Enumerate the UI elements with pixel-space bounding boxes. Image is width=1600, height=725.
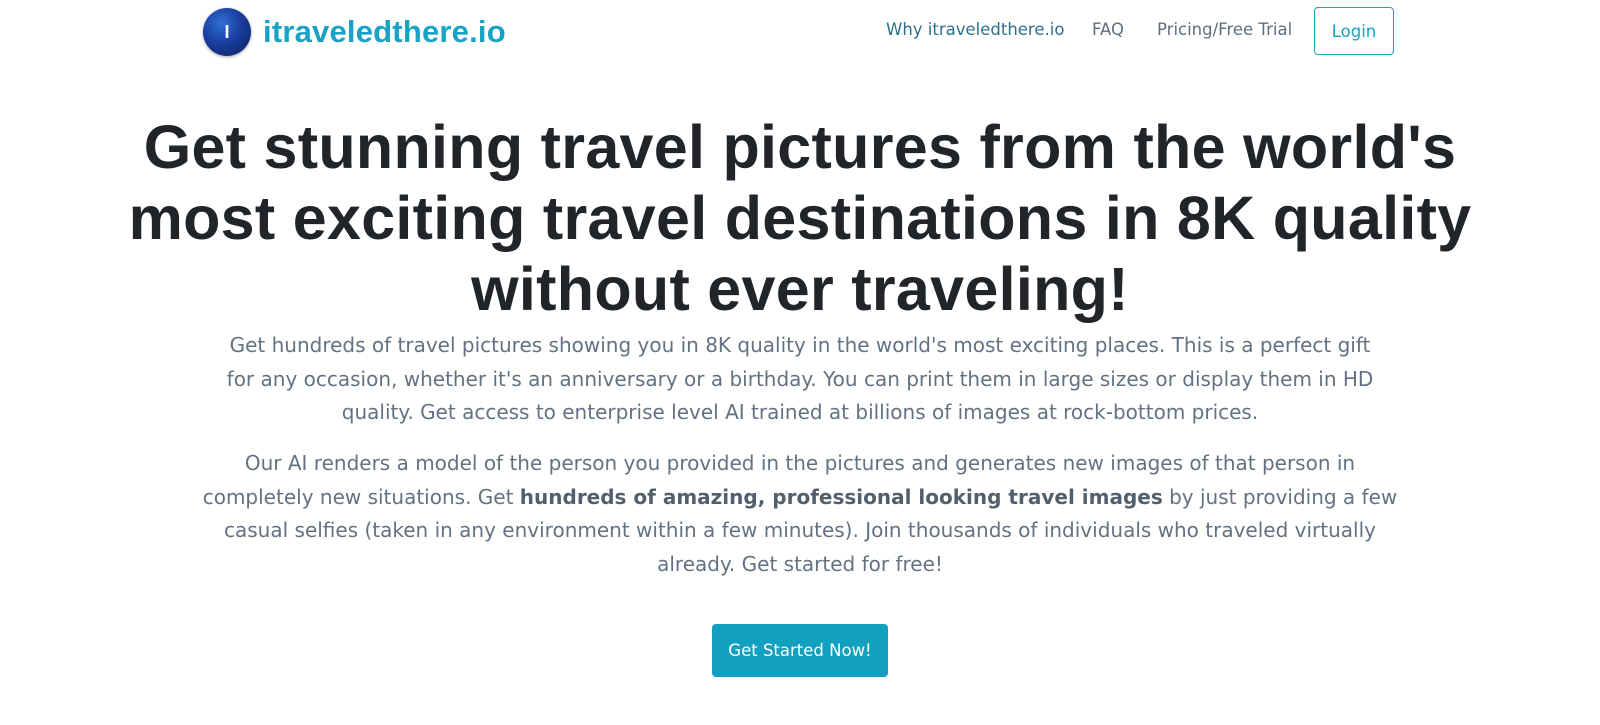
intro-paragraph: Get hundreds of travel pictures showing … xyxy=(0,329,1600,430)
nav-link-why[interactable]: Why itraveledthere.io xyxy=(886,20,1064,39)
intro-paragraph-line: quality. Get access to enterprise level … xyxy=(341,400,1259,424)
hero-title-line: most exciting travel destinations in 8K … xyxy=(128,184,1472,252)
brand-name: itraveledthere.io xyxy=(263,14,506,49)
ai-description-line: already. Get started for free! xyxy=(657,551,943,576)
ai-description-text: by just providing a few xyxy=(1162,484,1398,509)
navbar: I itraveledthere.io Why itraveledthere.i… xyxy=(0,0,1600,64)
ai-description-paragraph: Our AI renders a model of the person you… xyxy=(0,447,1600,581)
logo-icon: I xyxy=(203,8,251,56)
get-started-button[interactable]: Get Started Now! xyxy=(712,624,888,677)
ai-description-text: completely new situations. Get xyxy=(202,484,520,509)
brand-link[interactable]: I itraveledthere.io xyxy=(203,8,506,56)
intro-paragraph-line: for any occasion, whether it's an annive… xyxy=(226,366,1374,391)
ai-description-line: completely new situations. Get hundreds … xyxy=(0,481,1600,515)
nav-link-faq[interactable]: FAQ xyxy=(1092,20,1124,39)
hero-title: Get stunning travel pictures from the wo… xyxy=(0,112,1600,325)
ai-description-highlight: hundreds of amazing, professional lookin… xyxy=(519,484,1163,509)
ai-description-line: Our AI renders a model of the person you… xyxy=(244,451,1356,475)
nav-link-pricing[interactable]: Pricing/Free Trial xyxy=(1157,20,1292,39)
hero-title-line: without ever traveling! xyxy=(471,255,1129,323)
hero-title-line: Get stunning travel pictures from the wo… xyxy=(143,113,1457,181)
login-button[interactable]: Login xyxy=(1314,7,1394,55)
intro-paragraph-line: Get hundreds of travel pictures showing … xyxy=(229,333,1371,357)
ai-description-line: casual selfies (taken in any environment… xyxy=(224,518,1376,542)
